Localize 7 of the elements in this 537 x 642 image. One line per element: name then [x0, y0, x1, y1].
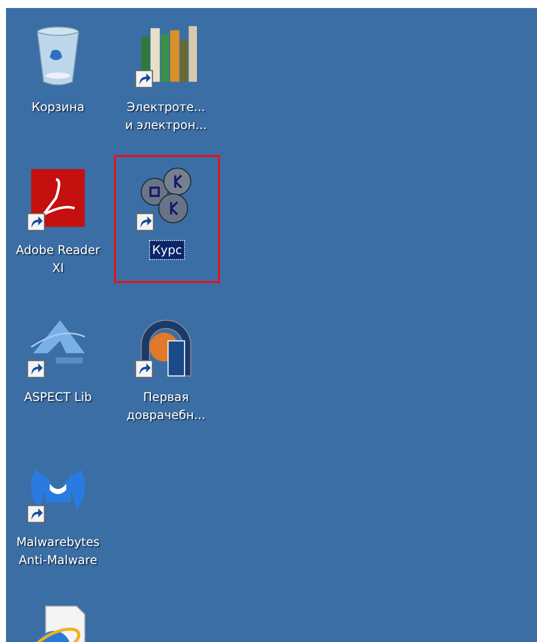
- icon-label[interactable]: Первая доврачебн...: [124, 388, 208, 424]
- icon-label[interactable]: Электроте... и электрон...: [123, 98, 209, 134]
- icon-label[interactable]: Adobe Reader XI: [14, 241, 102, 277]
- icon-label[interactable]: ASPECT Lib: [22, 388, 94, 406]
- icon-label[interactable]: Курс: [150, 241, 184, 259]
- icon-label[interactable]: Корзина: [30, 98, 86, 116]
- icon-label[interactable]: Malwarebytes Anti-Malware: [14, 533, 102, 569]
